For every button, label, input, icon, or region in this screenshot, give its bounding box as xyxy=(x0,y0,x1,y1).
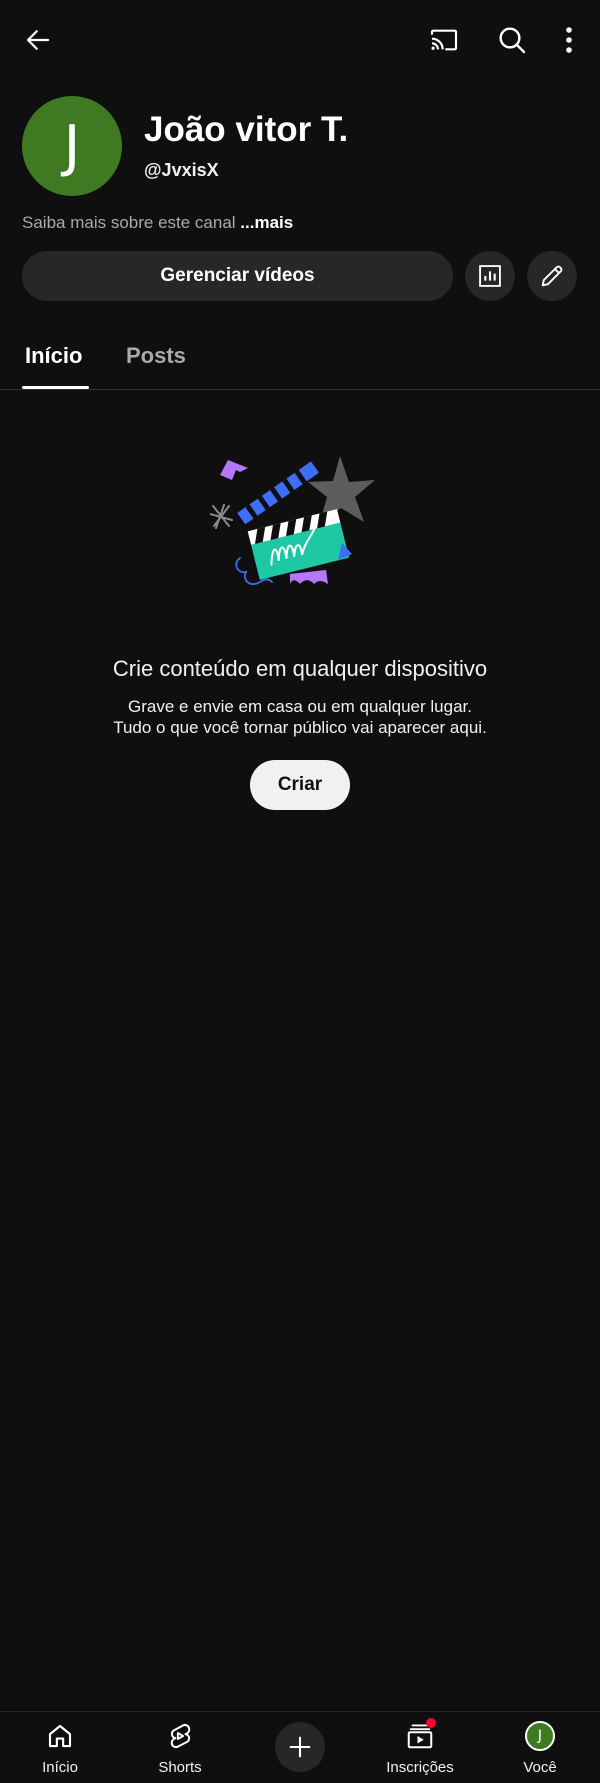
about-more-link[interactable]: ...mais xyxy=(240,213,293,232)
avatar-letter: J xyxy=(63,113,81,179)
edit-channel-button[interactable] xyxy=(527,251,577,301)
manage-videos-button[interactable]: Gerenciar vídeos xyxy=(22,251,453,301)
channel-avatar[interactable]: J xyxy=(22,96,122,196)
analytics-button[interactable] xyxy=(465,251,515,301)
empty-state-line-1: Grave e envie em casa ou em qualquer lug… xyxy=(128,697,472,716)
more-vertical-icon xyxy=(559,25,579,55)
about-text: Saiba mais sobre este canal xyxy=(22,213,241,232)
nav-label-inicio: Início xyxy=(42,1759,78,1776)
shorts-icon xyxy=(165,1721,195,1751)
nav-item-create[interactable] xyxy=(240,1712,360,1783)
cast-icon xyxy=(428,24,460,56)
arrow-left-icon xyxy=(23,25,53,55)
home-icon xyxy=(45,1721,75,1751)
channel-about-link[interactable]: Saiba mais sobre este canal ...mais xyxy=(22,213,293,233)
plus-icon xyxy=(286,1733,314,1761)
create-button[interactable]: Criar xyxy=(250,760,350,810)
tab-posts[interactable]: Posts xyxy=(126,343,186,369)
empty-state-line-2: Tudo o que você tornar público vai apare… xyxy=(113,718,487,737)
nav-label-voce: Você xyxy=(523,1759,557,1776)
channel-name: João vitor T. xyxy=(144,110,349,149)
nav-item-inicio[interactable]: Início xyxy=(0,1712,120,1783)
nav-item-voce[interactable]: J Você xyxy=(480,1712,600,1783)
notification-badge xyxy=(426,1718,436,1728)
more-options-button[interactable] xyxy=(545,16,593,64)
nav-item-shorts[interactable]: Shorts xyxy=(120,1712,240,1783)
clapperboard-illustration xyxy=(210,450,395,600)
search-icon xyxy=(496,24,528,56)
nav-label-inscricoes: Inscrições xyxy=(386,1759,454,1776)
bottom-navigation: Início Shorts Inscrições J Você xyxy=(0,1711,600,1783)
empty-state-title: Crie conteúdo em qualquer dispositivo xyxy=(112,656,488,681)
avatar: J xyxy=(525,1721,555,1751)
tab-inicio[interactable]: Início xyxy=(25,343,82,369)
top-app-bar xyxy=(0,0,600,80)
nav-label-shorts: Shorts xyxy=(158,1759,202,1776)
nav-item-inscricoes[interactable]: Inscrições xyxy=(360,1712,480,1783)
channel-handle: @JvxisX xyxy=(144,160,219,180)
back-button[interactable] xyxy=(14,16,62,64)
cast-button[interactable] xyxy=(420,16,468,64)
pencil-icon xyxy=(538,262,566,290)
mini-avatar-letter: J xyxy=(537,1728,543,1744)
tabs-divider xyxy=(0,389,600,390)
analytics-icon xyxy=(476,262,504,290)
search-button[interactable] xyxy=(488,16,536,64)
